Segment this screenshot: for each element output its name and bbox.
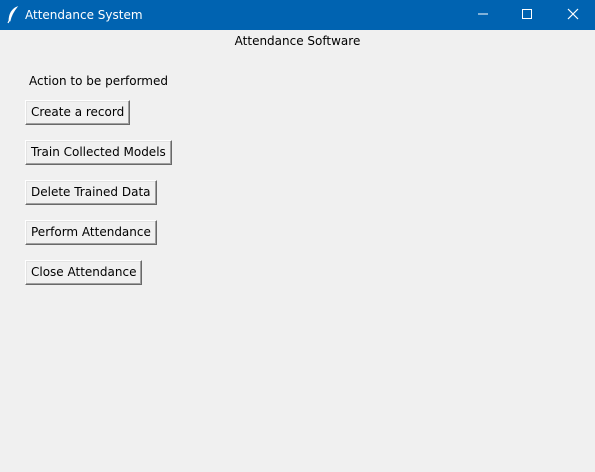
window-client-area: Attendance Software Action to be perform…: [0, 30, 595, 472]
delete-trained-data-button[interactable]: Delete Trained Data: [25, 180, 157, 205]
title-bar[interactable]: Attendance System: [0, 0, 595, 30]
feather-icon: [6, 6, 20, 24]
maximize-icon: [521, 8, 533, 23]
action-label: Action to be performed: [29, 74, 168, 88]
maximize-button[interactable]: [504, 0, 550, 30]
close-icon: [567, 8, 579, 23]
window-title: Attendance System: [25, 8, 143, 22]
create-record-button[interactable]: Create a record: [25, 100, 131, 125]
perform-attendance-button[interactable]: Perform Attendance: [25, 220, 157, 245]
minimize-button[interactable]: [460, 0, 506, 30]
train-models-button[interactable]: Train Collected Models: [25, 140, 172, 165]
minimize-icon: [477, 8, 489, 23]
close-attendance-button[interactable]: Close Attendance: [25, 260, 143, 285]
page-title: Attendance Software: [234, 34, 361, 48]
close-button[interactable]: [550, 0, 595, 30]
